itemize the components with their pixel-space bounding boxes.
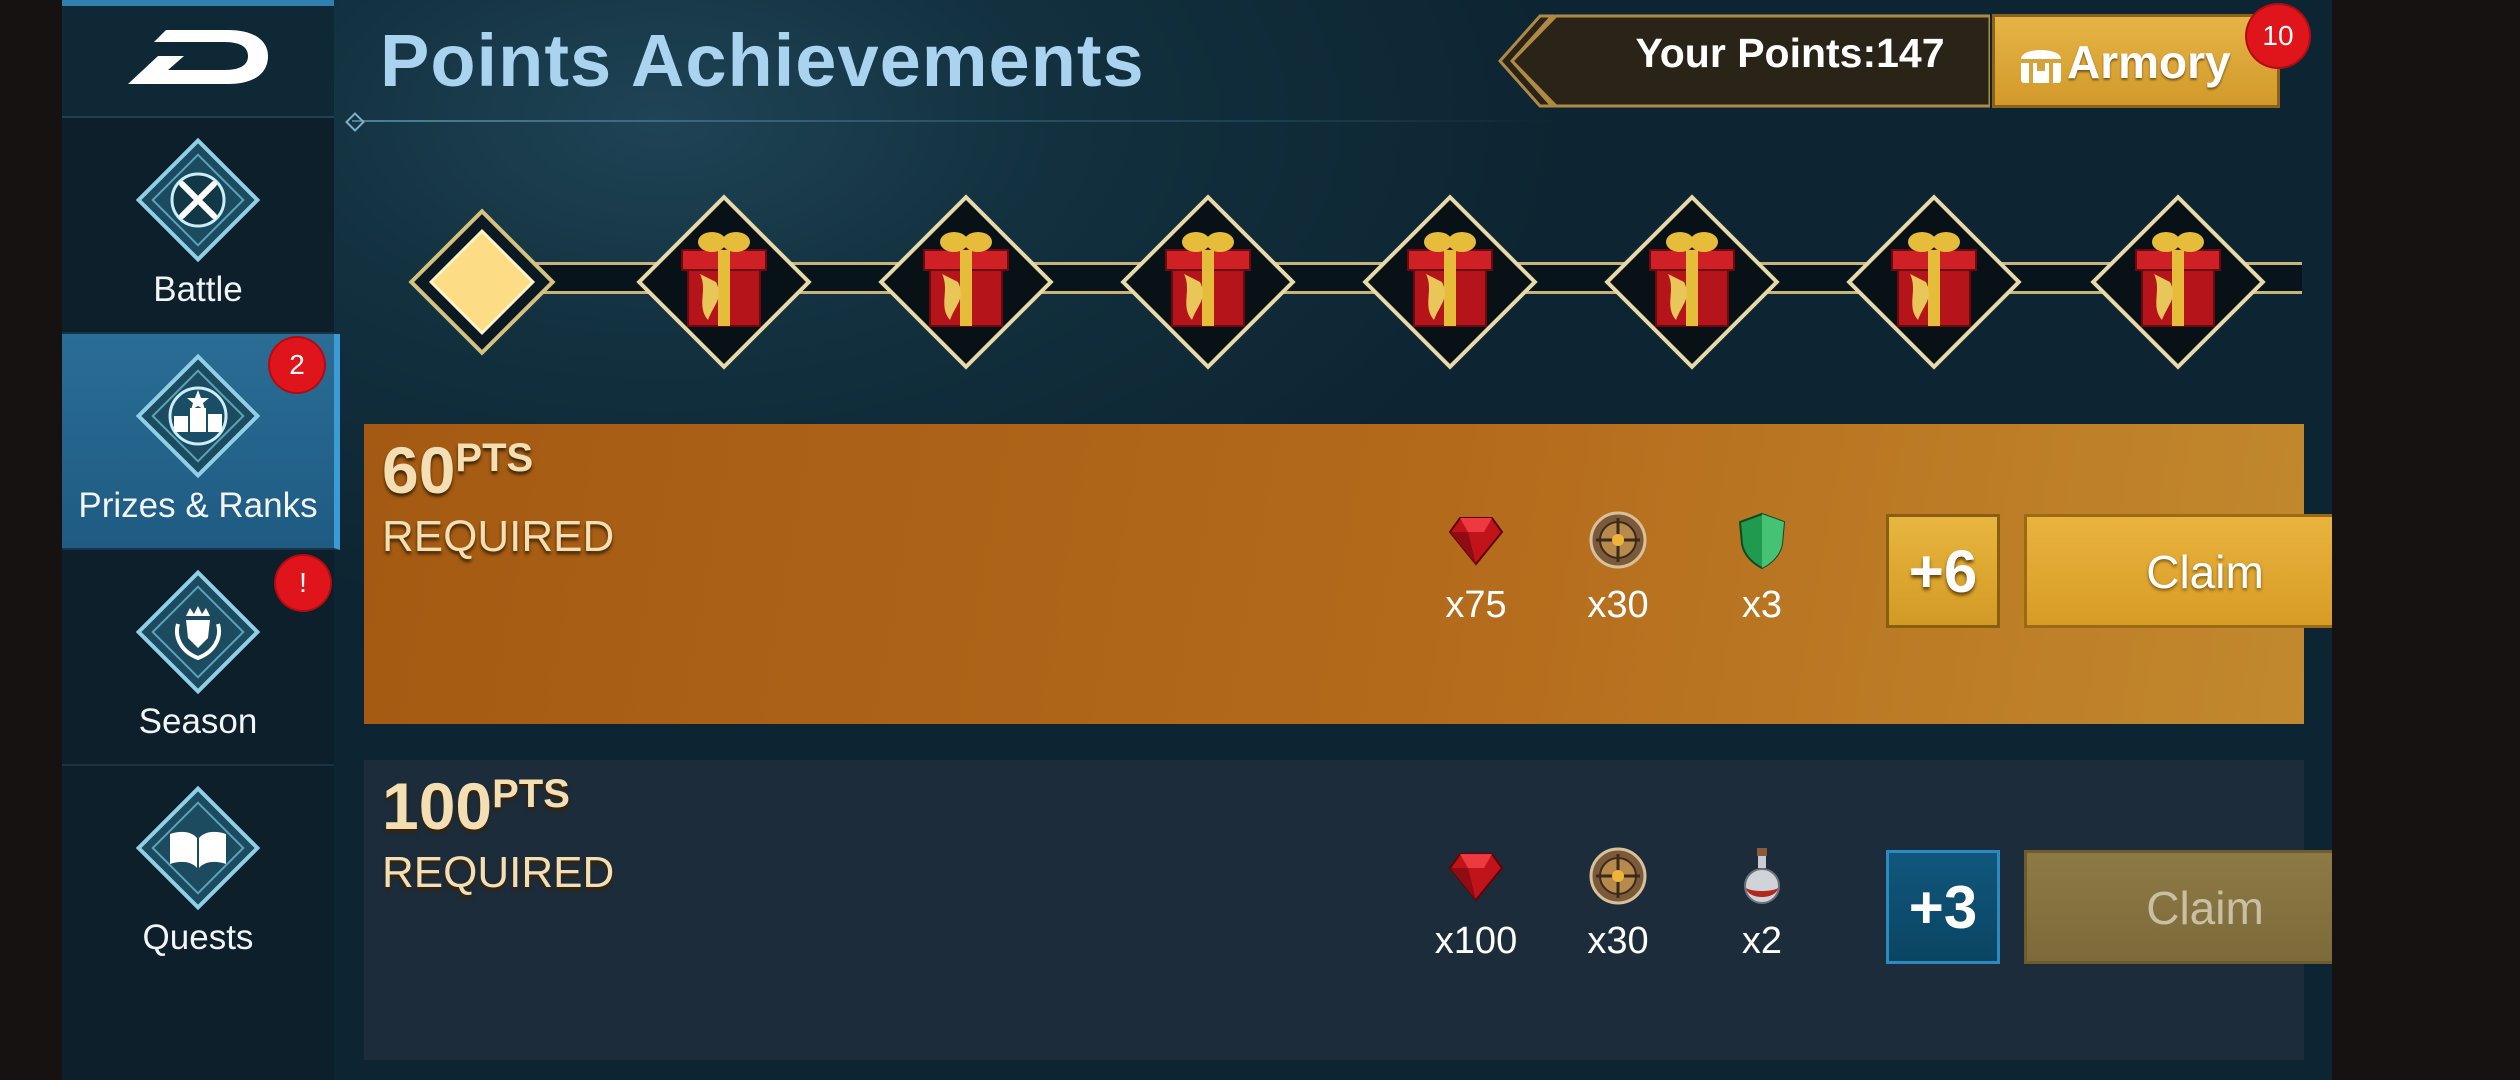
required-points: 60PTS [382,432,533,508]
sidebar: Battle Prizes & Ranks 2 Season ! Quests [62,0,340,1080]
reward-quantity: x75 [1445,584,1507,626]
sidebar-item-label: Prizes & Ranks [78,486,318,525]
crossed-swords-icon [135,137,261,263]
claimed-milestone-marker [408,208,556,356]
sidebar-item-label: Quests [142,918,254,957]
required-points: 100PTS [382,768,570,844]
reward-quantity: x2 [1741,920,1783,962]
page-title: Points Achievements [380,19,1145,102]
armory-label: Armory [2067,36,2231,88]
emblem-coin-icon [1589,847,1647,905]
sidebar-item-quests[interactable]: Quests [62,766,334,980]
armory-button[interactable]: Armory 10 [1992,5,2309,108]
podium-stars-icon [135,353,261,479]
active-strip [62,0,334,6]
gift-box-icon[interactable] [1600,190,1784,374]
reward-quantity: x100 [1434,920,1518,962]
back-button[interactable] [62,0,334,118]
points-unit: PTS [455,436,534,480]
gift-box-icon[interactable] [632,190,816,374]
sidebar-item-season[interactable]: Season ! [62,550,334,766]
notification-badge: 2 [270,338,324,392]
bonus-count: +3 [1886,850,2000,964]
gift-box-icon[interactable] [1842,190,2026,374]
required-label: REQUIRED [382,848,615,897]
title-underline [352,120,1562,122]
open-book-icon [135,785,261,911]
sidebar-item-battle[interactable]: Battle [62,118,334,334]
ruby-gem-icon [1448,517,1504,566]
bonus-count: +6 [1886,514,2000,628]
sidebar-item-label: Season [138,702,258,741]
reward-quantity: x30 [1587,920,1649,962]
points-value: 100 [382,769,493,843]
claim-button[interactable]: Claim [2024,514,2332,628]
reward-card: 100PTS REQUIRED x100 x30 x2 +3 Claim [364,760,2332,1060]
treasure-chest-icon [2021,50,2061,83]
gift-box-icon[interactable] [2086,190,2270,374]
points-counter: Your Points:147 [1635,30,1945,76]
claim-button[interactable]: Claim [2024,850,2332,964]
alert-badge: ! [276,556,330,610]
reward-quantity: x3 [1741,584,1783,626]
points-unit: PTS [492,772,570,816]
back-arrow-icon [128,30,268,84]
ruby-gem-icon [1448,853,1504,902]
emblem-coin-icon [1589,511,1647,569]
gift-box-icon[interactable] [874,190,1058,374]
sidebar-item-label: Battle [153,270,243,309]
armory-badge: 10 [2247,5,2309,67]
required-label: REQUIRED [382,512,615,561]
gift-box-icon[interactable] [1358,190,1542,374]
potion-bottle-icon [1744,848,1780,904]
game-screen: Battle Prizes & Ranks 2 Season ! Quests … [62,0,2332,1080]
laurel-crest-icon [135,569,261,695]
title-underline-ornament [345,112,365,132]
green-shield-icon [1738,512,1786,570]
points-value: 60 [382,433,456,507]
sidebar-item-prizes-ranks[interactable]: Prizes & Ranks 2 [62,334,340,550]
reward-card: 60PTS REQUIRED x75 x30 x3 +6 Claim [364,424,2332,724]
gift-box-icon[interactable] [1116,190,1300,374]
reward-quantity: x30 [1587,584,1649,626]
